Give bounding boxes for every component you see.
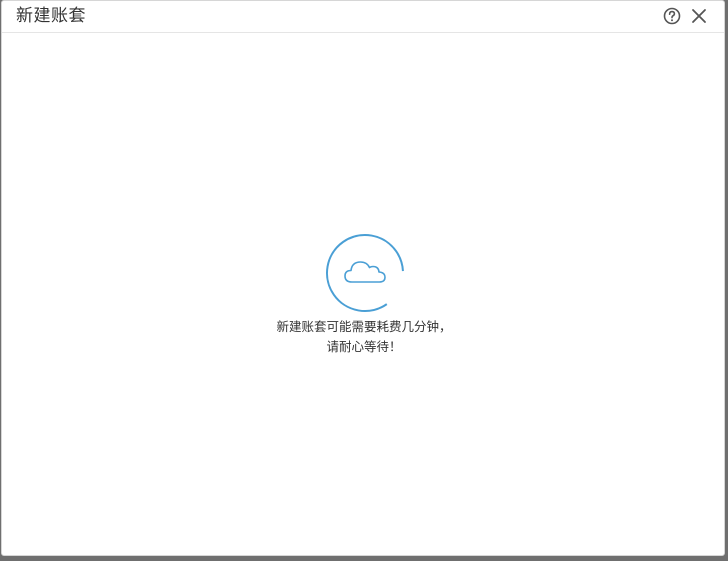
cloud-icon	[344, 261, 386, 283]
new-account-set-dialog: 新建账套 新建账套可能需要耗费几分钟， 请耐心等待！	[1, 0, 725, 556]
help-button[interactable]	[662, 6, 682, 26]
loading-message: 新建账套可能需要耗费几分钟， 请耐心等待！	[214, 317, 514, 357]
loading-message-line2: 请耐心等待！	[326, 339, 402, 354]
loading-spinner	[324, 232, 406, 314]
help-circle-icon	[662, 6, 682, 26]
close-icon	[689, 6, 709, 26]
dialog-title: 新建账套	[16, 6, 86, 26]
dialog-header: 新建账套	[2, 1, 724, 33]
loading-message-line1: 新建账套可能需要耗费几分钟，	[276, 319, 452, 334]
close-button[interactable]	[689, 6, 709, 26]
